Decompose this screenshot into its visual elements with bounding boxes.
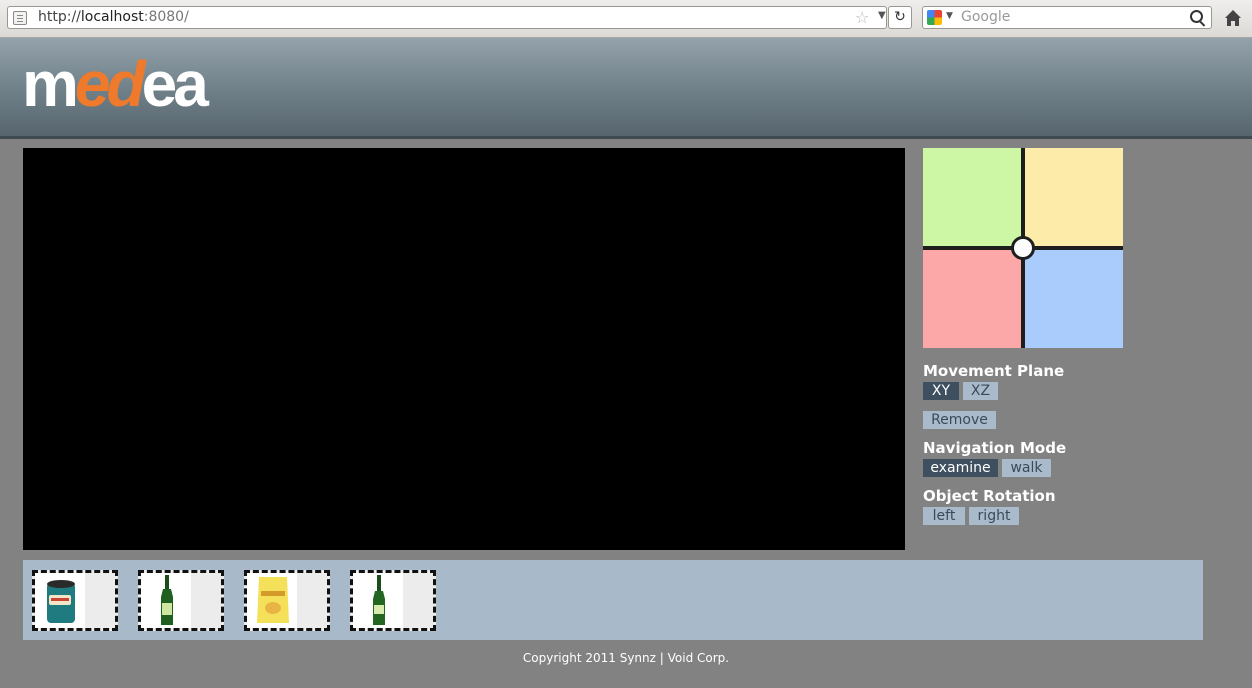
medea-logo[interactable]: medea [22, 52, 209, 116]
dropdown-icon[interactable]: ▼ [878, 10, 886, 21]
url-host: localhost [80, 9, 144, 25]
thumbnail [141, 573, 191, 628]
plane-xy-button[interactable]: XY [923, 382, 959, 400]
object-tray [23, 560, 1203, 640]
url-port: :8080/ [143, 9, 189, 25]
home-icon[interactable] [1224, 9, 1242, 27]
url-text[interactable]: http://localhost:8080/ [38, 9, 189, 25]
rotate-left-button[interactable]: left [923, 507, 965, 525]
logo-accent: ed [74, 48, 146, 120]
search-bar[interactable]: ▼ Google [922, 6, 1212, 29]
logo-prefix: m [22, 48, 79, 120]
google-icon[interactable] [927, 10, 942, 25]
search-engine-dropdown-icon[interactable]: ▼ [946, 11, 953, 21]
nav-examine-button[interactable]: examine [923, 459, 998, 477]
tray-slot[interactable] [244, 570, 330, 631]
tray-slot[interactable] [32, 570, 118, 631]
star-icon[interactable]: ☆ [855, 8, 869, 27]
browser-toolbar: http://localhost:8080/ ☆ ▼ ↻ ▼ Google [0, 0, 1252, 38]
quadrant-bottom-left[interactable] [923, 248, 1023, 348]
site-header: medea [0, 38, 1252, 139]
movement-plane-title: Movement Plane [923, 362, 1065, 380]
url-bar[interactable]: http://localhost:8080/ ☆ ▼ [7, 6, 887, 29]
can-icon [47, 580, 75, 623]
tray-slot[interactable] [138, 570, 224, 631]
chips-bag-icon [257, 577, 289, 623]
quadrant-top-left[interactable] [923, 148, 1023, 248]
rotate-right-button[interactable]: right [969, 507, 1019, 525]
remove-button[interactable]: Remove [923, 411, 996, 429]
navigation-mode-title: Navigation Mode [923, 439, 1067, 457]
nav-walk-button[interactable]: walk [1002, 459, 1051, 477]
object-rotation-title: Object Rotation [923, 487, 1056, 505]
page-icon [13, 11, 27, 25]
url-scheme: http:// [38, 9, 81, 25]
magnifier-icon[interactable] [1190, 10, 1203, 23]
picker-handle[interactable] [1011, 236, 1035, 260]
bottle-icon [373, 575, 385, 625]
thumbnail [353, 573, 403, 628]
thumbnail [35, 573, 85, 628]
thumbnail [247, 573, 297, 628]
movement-plane-picker[interactable] [923, 148, 1123, 348]
plane-xz-button[interactable]: XZ [963, 382, 998, 400]
quadrant-top-right[interactable] [1023, 148, 1123, 248]
tray-slot[interactable] [350, 570, 436, 631]
reload-icon[interactable]: ↻ [888, 6, 912, 29]
3d-viewport[interactable] [23, 148, 905, 550]
quadrant-bottom-right[interactable] [1023, 248, 1123, 348]
bottle-icon [161, 575, 173, 625]
footer-copyright: Copyright 2011 Synnz | Void Corp. [522, 651, 730, 665]
logo-suffix: ea [141, 48, 209, 120]
search-input[interactable]: Google [961, 9, 1010, 25]
